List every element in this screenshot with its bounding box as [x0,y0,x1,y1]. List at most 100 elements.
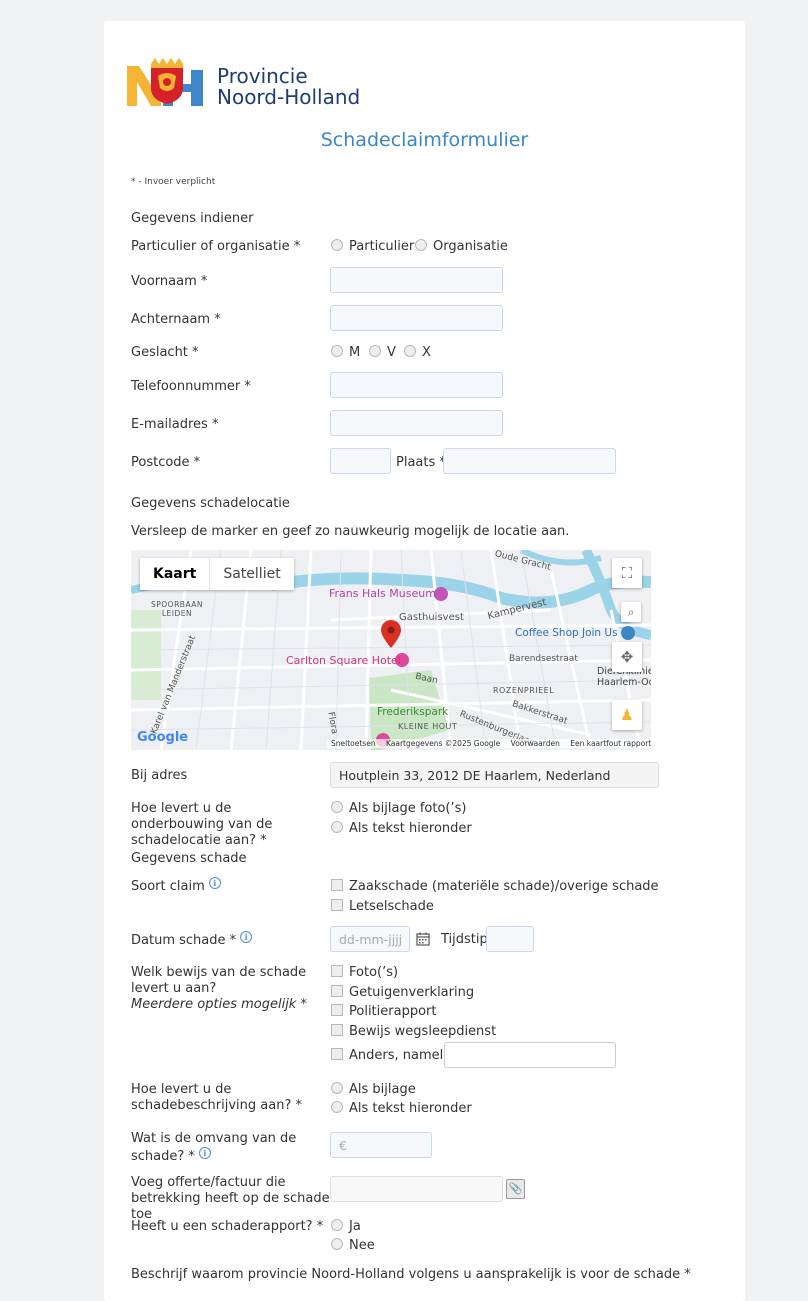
map-shortcuts-link[interactable]: Sneltoetsen [331,739,376,748]
form-card: Provincie Noord-Holland Schadeclaimformu… [104,21,745,1301]
fullscreen-icon[interactable]: ⛶ [612,558,642,588]
map-label-barendsestraat: Barendsestraat [509,654,578,664]
radio-proof-text[interactable]: Als tekst hieronder [331,821,472,836]
checkbox[interactable] [331,985,343,997]
check-evidence-witness[interactable]: Getuigenverklaring [331,985,474,1000]
info-icon[interactable]: i [240,931,253,943]
map-label-gasthuisvest: Gasthuisvest [399,612,464,623]
description-label: Hoe levert u de schadebeschrijving aan? … [131,1082,302,1113]
map-label-park: Frederikspark [377,706,449,718]
invoice-label: Voeg offerte/factuur die betrekking heef… [131,1175,330,1222]
radio-organisatie[interactable]: Organisatie [415,239,508,254]
postcode-input[interactable] [330,448,391,474]
map-terms-link[interactable]: Voorwaarden [511,739,560,748]
section-damage: Gegevens schade [131,851,247,866]
radio-circle[interactable] [331,1082,343,1094]
map-data-text: Kaartgegevens ©2025 Google [385,739,501,748]
radio-circle[interactable] [331,345,343,357]
map-report-link[interactable]: Een kaartfout rapporteren [570,739,651,748]
map-label-rozenprieel: ROZENPRIEEL [493,686,555,695]
firstname-label: Voornaam * [131,274,208,289]
province-logo [127,58,203,106]
map-pan-icon[interactable]: ✥ [612,642,642,672]
lastname-input[interactable] [330,305,503,331]
radio-circle[interactable] [369,345,381,357]
google-logo: Google [137,730,189,745]
time-input[interactable] [486,926,534,952]
location-map[interactable]: Frans Hals Museum Carlton Square Hotel C… [131,550,651,750]
map-label-kleine-hout: KLEINE HOUT [398,722,458,731]
check-zaakschade[interactable]: Zaakschade (materiële schade)/overige sc… [331,879,659,894]
radio-circle[interactable] [415,239,427,251]
info-icon[interactable]: i [198,1147,211,1159]
info-icon[interactable]: i [208,877,221,889]
page-title: Schadeclaimformulier [320,129,529,151]
amount-input[interactable] [330,1132,432,1158]
phone-label: Telefoonnummer * [131,379,251,394]
checkbox[interactable] [331,879,343,891]
location-instruction: Versleep de marker en geef zo nauwkeurig… [131,524,570,539]
amount-label: Wat is de omvang van de schade? * i [131,1131,297,1164]
map-tab-satellite[interactable]: Satelliet [210,558,293,590]
radio-gender-m[interactable]: M [331,345,360,360]
logo-text: Provincie Noord-Holland [217,64,361,109]
checkbox[interactable] [331,899,343,911]
check-letselschade[interactable]: Letselschade [331,899,434,914]
map-footer: Sneltoetsen Kaartgegevens ©2025 Google V… [327,739,651,748]
check-evidence-police[interactable]: Politierapport [331,1004,436,1019]
radio-circle[interactable] [331,1219,343,1231]
map-label-coffee: Coffee Shop Join Us [515,627,618,639]
radio-description-text[interactable]: Als tekst hieronder [331,1101,472,1116]
invoice-file-input[interactable] [330,1176,503,1202]
checkbox[interactable] [331,1048,343,1060]
city-input[interactable] [443,448,616,474]
radio-circle[interactable] [331,801,343,813]
radio-circle[interactable] [331,1101,343,1113]
map-label-museum: Frans Hals Museum [329,587,436,600]
check-evidence-photos[interactable]: Foto(’s) [331,965,398,980]
radio-gender-v[interactable]: V [369,345,396,360]
liability-label: Beschrijf waarom provincie Noord-Holland… [131,1267,691,1282]
evidence-label: Welk bewijs van de schade levert u aan? … [131,965,307,1012]
radio-report-no[interactable]: Nee [331,1238,375,1253]
report-label: Heeft u een schaderapport? * [131,1219,324,1234]
required-note: * - Invoer verplicht [131,177,216,187]
radio-circle[interactable] [404,345,416,357]
check-evidence-towing[interactable]: Bewijs wegsleepdienst [331,1024,496,1039]
search-icon[interactable]: ⌕ [621,602,641,622]
firstname-input[interactable] [330,267,503,293]
paperclip-icon[interactable]: 📎 [506,1179,525,1199]
map-label-spoorbaan: SPOORBAAN LEIDEN [151,600,204,618]
address-input[interactable] [330,762,659,788]
checkbox[interactable] [331,1004,343,1016]
radio-particulier[interactable]: Particulier [331,239,414,254]
claim-type-label: Soort claim i [131,877,221,895]
address-label: Bij adres [131,768,188,783]
calendar-icon[interactable] [416,932,430,946]
map-label-hotel: Carlton Square Hotel [286,654,401,667]
checkbox[interactable] [331,965,343,977]
radio-description-attachment[interactable]: Als bijlage [331,1082,416,1097]
date-label: Datum schade * i [131,931,253,949]
radio-circle[interactable] [331,1238,343,1250]
date-input[interactable] [330,926,410,952]
map-type-tabs: Kaart Satelliet [140,558,294,590]
radio-circle[interactable] [331,239,343,251]
checkbox[interactable] [331,1024,343,1036]
section-submitter: Gegevens indiener [131,211,254,226]
section-location: Gegevens schadelocatie [131,496,290,511]
radio-report-yes[interactable]: Ja [331,1219,361,1234]
check-evidence-other[interactable]: Anders, namelijk [331,1048,458,1063]
postcode-label: Postcode * [131,455,201,470]
radio-circle[interactable] [331,821,343,833]
gender-label: Geslacht * [131,345,199,360]
radio-gender-x[interactable]: X [404,345,431,360]
map-tab-kaart[interactable]: Kaart [140,558,211,590]
city-label: Plaats * [396,455,446,470]
radio-proof-photo[interactable]: Als bijlage foto(’s) [331,801,466,816]
email-input[interactable] [330,410,503,436]
proof-location-label: Hoe levert u de onderbouwing van de scha… [131,801,273,848]
phone-input[interactable] [330,372,503,398]
pegman-icon[interactable]: ♟ [612,700,642,730]
evidence-other-input[interactable] [444,1042,616,1068]
